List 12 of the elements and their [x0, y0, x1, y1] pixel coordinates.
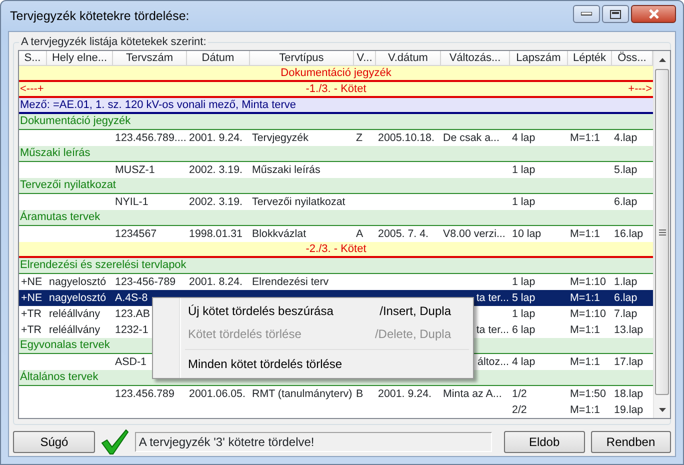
field-row: Mező: =AE.01, 1. sz. 120 kV-os vonali mező, Minta terve — [19, 98, 653, 114]
group-row: Áramutas tervek — [19, 210, 653, 226]
group-row: Műszaki leírás — [19, 146, 653, 162]
status-field: A tervjegyzék '3' kötetre tördelve! — [134, 432, 492, 452]
group-label: A tervjegyzék listája kötetekek szerint: — [19, 35, 208, 49]
group-row: Dokumentáció jegyzék — [19, 114, 653, 130]
group-row: Tervezői nyilatkozat — [19, 178, 653, 194]
group-row: Elrendezési és szerelési tervlapok — [19, 258, 653, 274]
volume-row: -2./3. - Kötet — [19, 242, 653, 258]
window-title: Tervjegyzék kötetekre tördelése: — [9, 8, 190, 25]
document-row: Dokumentáció jegyzék — [19, 66, 653, 82]
volume-row: <---+ -1./3. - Kötet +---> — [19, 82, 653, 98]
